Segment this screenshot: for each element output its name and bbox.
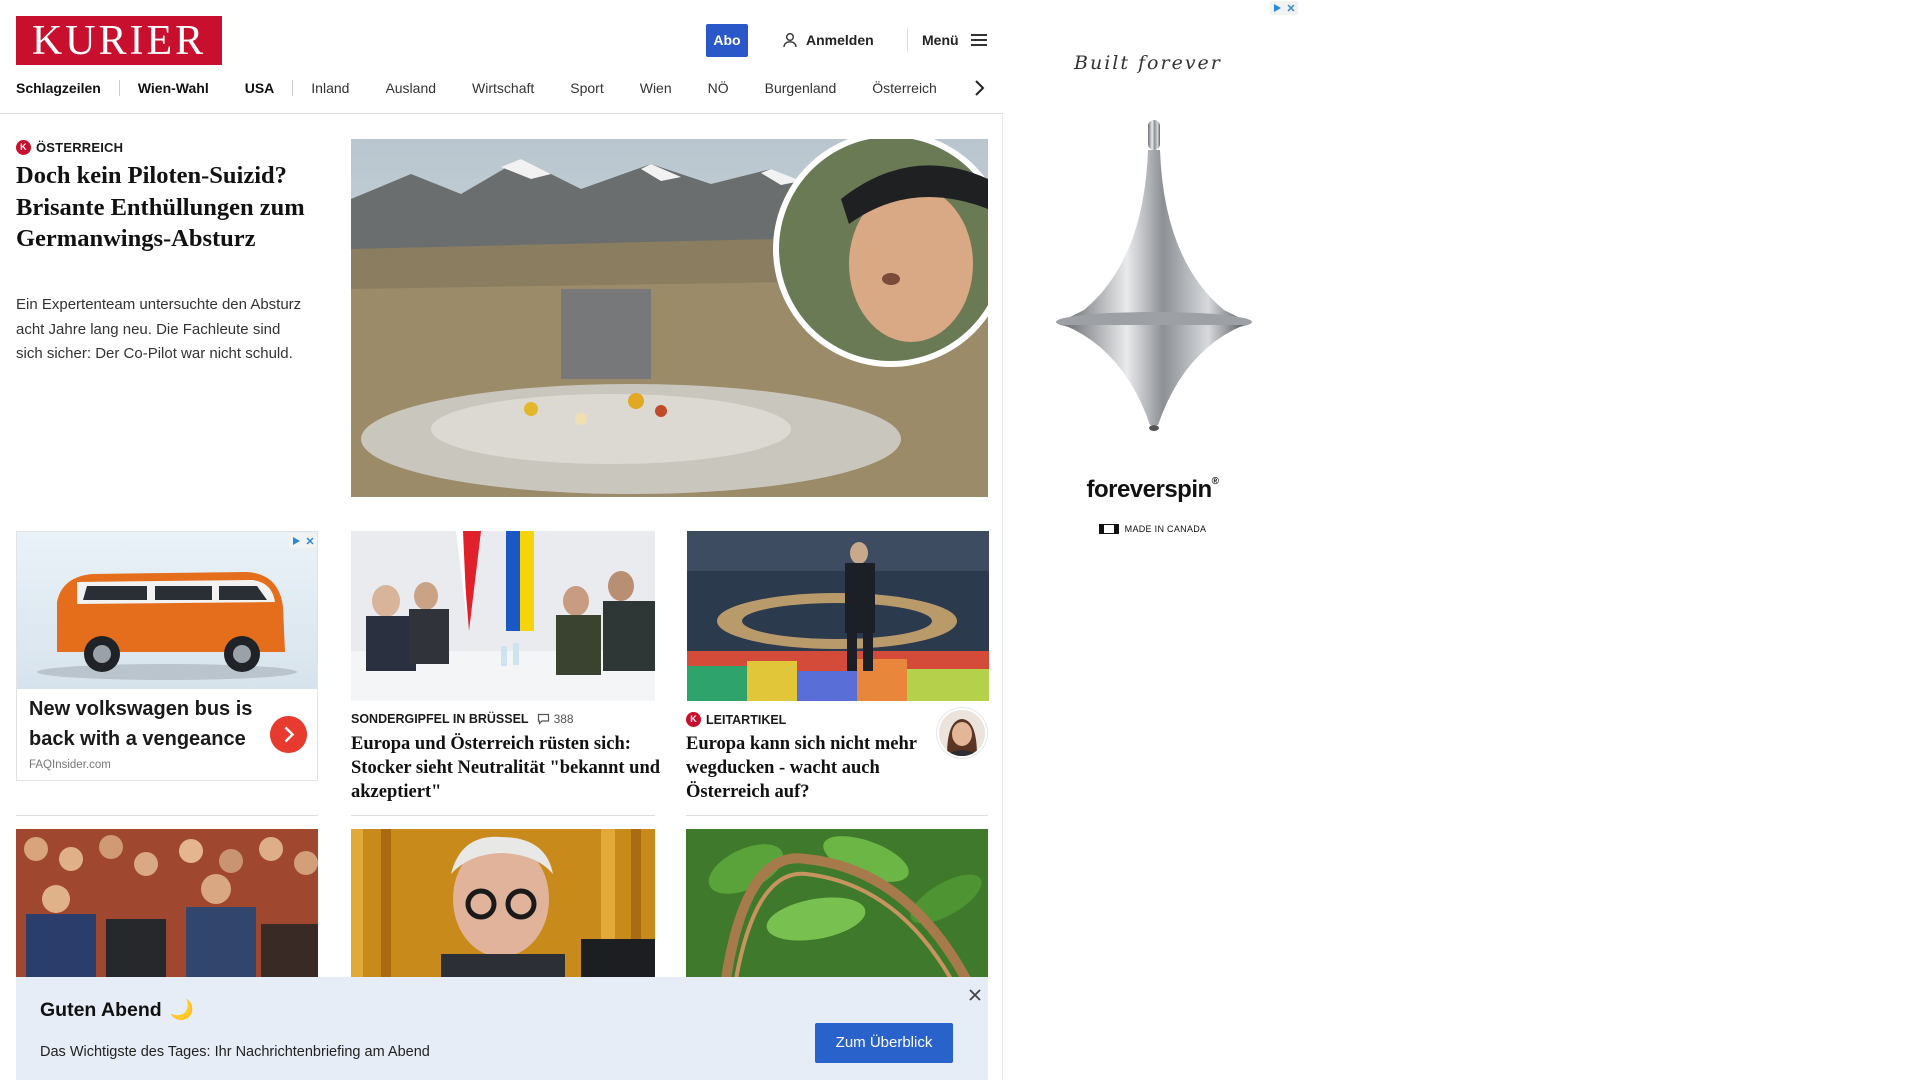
comment-count[interactable]: 388 xyxy=(537,712,574,726)
hero-image[interactable] xyxy=(351,139,988,497)
nav-item-wirtschaft[interactable]: Wirtschaft xyxy=(454,80,552,96)
sponsored-ad-card[interactable]: New volkswagen bus is back with a vengea… xyxy=(16,531,318,781)
canada-flag-icon xyxy=(1098,524,1119,534)
kurier-k-icon: K xyxy=(16,140,31,155)
article-kicker-label: Leitartikel xyxy=(706,712,787,727)
made-in-canada: MADE IN CANADA xyxy=(1004,524,1301,534)
ad-car-image xyxy=(17,532,317,689)
article-image-crowd[interactable] xyxy=(16,829,318,979)
article-meta-summit: Sondergipfel in Brüssel 388 xyxy=(351,712,574,726)
site-header: KURIER Abo Anmelden Menü Schlagzeilen Wi… xyxy=(0,0,1003,114)
kurier-logo[interactable]: KURIER xyxy=(16,16,222,65)
ad-source: FAQInsider.com xyxy=(29,759,111,771)
adchoices-icon[interactable] xyxy=(1270,1,1298,15)
kurier-k-icon: K xyxy=(686,712,701,727)
divider xyxy=(16,815,318,816)
banner-subtitle: Das Wichtigste des Tages: Ihr Nachrichte… xyxy=(40,1044,430,1060)
login-button[interactable]: Anmelden xyxy=(782,29,874,51)
side-advertisement[interactable]: Built forever foreverspin® MADE IN CANAD… xyxy=(1004,0,1301,604)
registered-mark: ® xyxy=(1211,476,1219,487)
divider xyxy=(351,815,655,816)
moon-icon: 🌙 xyxy=(169,999,194,1021)
article-headline-summit[interactable]: Europa und Österreich rüsten sich: Stock… xyxy=(351,732,661,804)
ad-brand: foreverspin® xyxy=(1004,476,1301,504)
hero-kicker-label: Österreich xyxy=(36,140,124,155)
banner-title-text: Guten Abend xyxy=(40,998,162,1021)
author-avatar[interactable] xyxy=(937,708,987,758)
hero-headline[interactable]: Doch kein Piloten-Suizid? Brisante Enthü… xyxy=(16,160,321,255)
article-kicker[interactable]: K Leitartikel xyxy=(686,712,786,727)
hero-description: Ein Expertenteam untersuchte den Absturz… xyxy=(16,296,302,362)
nav-item-noe[interactable]: NÖ xyxy=(690,80,747,96)
main-page: KURIER Abo Anmelden Menü Schlagzeilen Wi… xyxy=(0,0,1003,1080)
ad-headline[interactable]: New volkswagen bus is back with a vengea… xyxy=(29,694,254,754)
comment-count-value: 388 xyxy=(553,712,574,726)
nav-item-wien[interactable]: Wien xyxy=(622,80,690,96)
chevron-right-icon[interactable] xyxy=(970,78,988,98)
menu-button[interactable]: Menü xyxy=(922,29,987,51)
article-meta-leitartikel: K Leitartikel xyxy=(686,712,786,727)
overview-button[interactable]: Zum Überblick xyxy=(815,1023,953,1063)
article-image-summit[interactable] xyxy=(351,531,655,701)
comment-icon xyxy=(537,713,549,725)
ad-tagline: Built forever xyxy=(1074,52,1222,74)
article-image-council[interactable] xyxy=(687,531,989,701)
hero-kicker[interactable]: K Österreich xyxy=(16,140,123,155)
spinning-top-image xyxy=(1056,120,1252,431)
user-icon xyxy=(783,33,797,48)
abo-button[interactable]: Abo xyxy=(706,24,748,57)
nav-item-wien-wahl[interactable]: Wien-Wahl xyxy=(120,80,227,96)
banner-title: Guten Abend 🌙 xyxy=(40,998,194,1022)
article-image-portrait[interactable] xyxy=(351,829,655,979)
divider xyxy=(686,815,988,816)
evening-briefing-banner: Guten Abend 🌙 Das Wichtigste des Tages: … xyxy=(16,977,988,1080)
nav-item-schlagzeilen[interactable]: Schlagzeilen xyxy=(16,80,119,96)
nav-item-usa[interactable]: USA xyxy=(227,80,293,96)
menu-label: Menü xyxy=(922,32,959,48)
close-icon[interactable] xyxy=(967,987,983,1003)
nav-item-inland[interactable]: Inland xyxy=(293,80,367,96)
login-label: Anmelden xyxy=(806,32,874,48)
nav-item-burgenland[interactable]: Burgenland xyxy=(747,80,855,96)
article-headline-leitartikel[interactable]: Europa kann sich nicht mehr wegducken - … xyxy=(686,732,931,804)
hamburger-icon xyxy=(970,34,987,46)
section-nav: Schlagzeilen Wien-Wahl USA Inland Auslan… xyxy=(16,76,955,100)
ad-brand-name: foreverspin xyxy=(1086,476,1212,503)
article-image-herbs[interactable] xyxy=(686,829,988,979)
article-kicker[interactable]: Sondergipfel in Brüssel xyxy=(351,712,529,726)
arrow-right-icon[interactable] xyxy=(270,716,307,753)
nav-item-ausland[interactable]: Ausland xyxy=(367,80,454,96)
nav-item-sport[interactable]: Sport xyxy=(552,80,621,96)
made-in-label: MADE IN CANADA xyxy=(1124,524,1207,534)
nav-item-oesterreich[interactable]: Österreich xyxy=(854,80,955,96)
adchoices-icon[interactable] xyxy=(289,534,317,548)
header-divider xyxy=(907,28,908,52)
